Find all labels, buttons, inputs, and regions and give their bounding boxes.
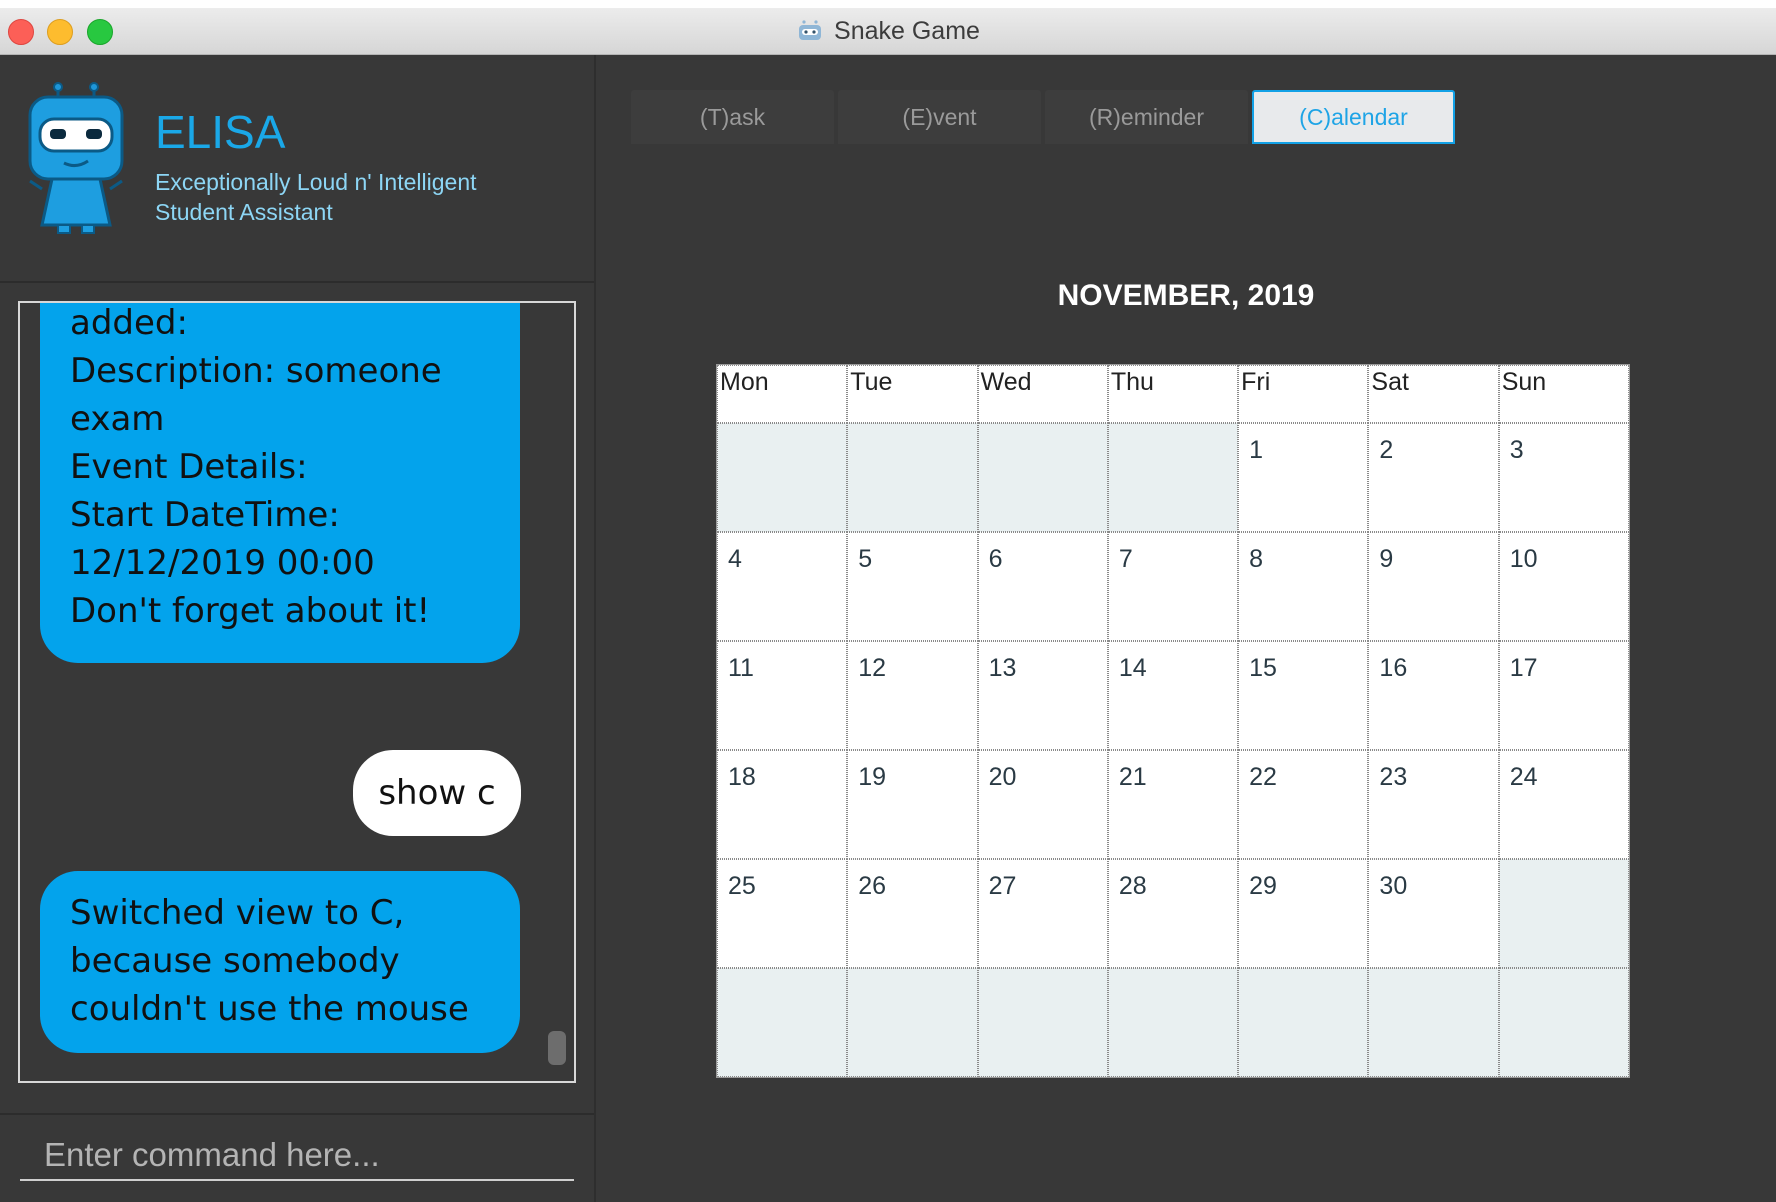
- calendar-empty-cell: [1498, 859, 1629, 968]
- bot-message: Switched view to C, because somebody cou…: [40, 871, 520, 1053]
- calendar-empty-cell: [1368, 968, 1499, 1077]
- calendar-day-cell[interactable]: 21: [1107, 750, 1239, 859]
- calendar-day-cell[interactable]: 15: [1238, 641, 1369, 750]
- message-line: show c: [378, 773, 496, 813]
- calendar-day-cell[interactable]: 20: [977, 750, 1108, 859]
- calendar-day-cell[interactable]: 4: [717, 532, 848, 641]
- app-subtitle-line-1: Exceptionally Loud n' Intelligent: [155, 169, 477, 195]
- weekday-header: Mon: [717, 365, 848, 423]
- app-window: Snake Game ELISA Exceptionally Loud n' I…: [0, 8, 1776, 1202]
- calendar-day-cell[interactable]: 6: [977, 532, 1108, 641]
- message-line: Start DateTime:: [70, 495, 340, 535]
- weekday-header: Fri: [1238, 365, 1369, 423]
- calendar-empty-cell: [1238, 968, 1369, 1077]
- calendar-empty-cell: [847, 968, 978, 1077]
- chat-scrollbar-thumb[interactable]: [548, 1031, 566, 1065]
- calendar-day-cell[interactable]: 5: [847, 532, 978, 641]
- weekday-header: Wed: [977, 365, 1108, 423]
- calendar-day-cell[interactable]: 2: [1368, 423, 1499, 532]
- message-line: 12/12/2019 00:00: [70, 543, 375, 583]
- calendar-day-cell[interactable]: 10: [1498, 532, 1629, 641]
- calendar-day-cell[interactable]: 12: [847, 641, 978, 750]
- calendar-empty-cell: [977, 968, 1108, 1077]
- calendar-day-cell[interactable]: 17: [1498, 641, 1629, 750]
- title-bar: Snake Game: [0, 8, 1776, 55]
- calendar-day-cell[interactable]: 25: [717, 859, 848, 968]
- calendar-empty-cell: [1498, 968, 1629, 1077]
- view-tabs: (T)ask (E)vent (R)eminder (C)alendar: [631, 90, 1455, 144]
- user-message: show c: [353, 750, 521, 836]
- calendar-empty-cell: [1107, 968, 1239, 1077]
- bot-message: added: Description: someone exam Event D…: [40, 303, 520, 663]
- calendar-day-cell[interactable]: 22: [1238, 750, 1369, 859]
- window-title: Snake Game: [834, 16, 980, 45]
- message-line: exam: [70, 399, 165, 439]
- tab-task[interactable]: (T)ask: [631, 90, 834, 144]
- app-subtitle-line-2: Student Assistant: [155, 199, 333, 225]
- command-area: [0, 1113, 594, 1202]
- tab-event[interactable]: (E)vent: [838, 90, 1041, 144]
- message-line: because somebody: [70, 941, 400, 981]
- calendar-day-cell[interactable]: 19: [847, 750, 978, 859]
- calendar-day-cell[interactable]: 30: [1368, 859, 1499, 968]
- calendar-day-cell[interactable]: 26: [847, 859, 978, 968]
- calendar-grid: Mon Tue Wed Thu Fri Sat Sun 1 2 3 4 5 6 7 8 9 10 11 12 13 14…: [716, 364, 1630, 1078]
- message-line: Don't forget about it!: [70, 591, 431, 631]
- tab-reminder[interactable]: (R)eminder: [1045, 90, 1248, 144]
- app-name: ELISA: [155, 106, 286, 158]
- calendar-empty-cell: [717, 968, 848, 1077]
- calendar-day-cell[interactable]: 13: [977, 641, 1108, 750]
- calendar-day-cell[interactable]: 11: [717, 641, 848, 750]
- calendar-month-title: NOVEMBER, 2019: [1057, 279, 1315, 312]
- message-line: Event Details:: [70, 447, 308, 487]
- weekday-header: Thu: [1107, 365, 1239, 423]
- app-subtitle: Exceptionally Loud n' Intelligent Studen…: [155, 167, 555, 227]
- message-line: Description: someone: [70, 351, 442, 391]
- robot-mascot-icon: [28, 82, 124, 234]
- calendar-day-cell[interactable]: 14: [1107, 641, 1239, 750]
- message-line: added:: [70, 303, 188, 343]
- weekday-header: Sat: [1368, 365, 1499, 423]
- calendar-day-cell[interactable]: 3: [1498, 423, 1629, 532]
- calendar-day-cell[interactable]: 18: [717, 750, 848, 859]
- calendar-day-cell[interactable]: 8: [1238, 532, 1369, 641]
- assistant-header: ELISA Exceptionally Loud n' Intelligent …: [0, 55, 594, 283]
- message-line: Switched view to C,: [70, 893, 405, 933]
- calendar-empty-cell: [977, 423, 1108, 532]
- chat-history[interactable]: added: Description: someone exam Event D…: [18, 301, 576, 1083]
- message-line: couldn't use the mouse: [70, 989, 469, 1029]
- tab-calendar[interactable]: (C)alendar: [1252, 90, 1455, 144]
- chat-pane: ELISA Exceptionally Loud n' Intelligent …: [0, 55, 596, 1202]
- calendar-day-cell[interactable]: 28: [1107, 859, 1239, 968]
- calendar-day-cell[interactable]: 1: [1238, 423, 1369, 532]
- robot-icon: [799, 20, 822, 40]
- command-input[interactable]: [20, 1131, 574, 1181]
- calendar-empty-cell: [1107, 423, 1239, 532]
- calendar-empty-cell: [847, 423, 978, 532]
- calendar-day-cell[interactable]: 9: [1368, 532, 1499, 641]
- weekday-header: Tue: [847, 365, 978, 423]
- calendar-day-cell[interactable]: 7: [1107, 532, 1239, 641]
- calendar-day-cell[interactable]: 23: [1368, 750, 1499, 859]
- calendar-day-cell[interactable]: 24: [1498, 750, 1629, 859]
- main-pane: (T)ask (E)vent (R)eminder (C)alendar NOV…: [596, 55, 1776, 1202]
- calendar-day-cell[interactable]: 27: [977, 859, 1108, 968]
- calendar-day-cell[interactable]: 16: [1368, 641, 1499, 750]
- weekday-header: Sun: [1498, 365, 1629, 423]
- calendar-empty-cell: [717, 423, 848, 532]
- calendar-day-cell[interactable]: 29: [1238, 859, 1369, 968]
